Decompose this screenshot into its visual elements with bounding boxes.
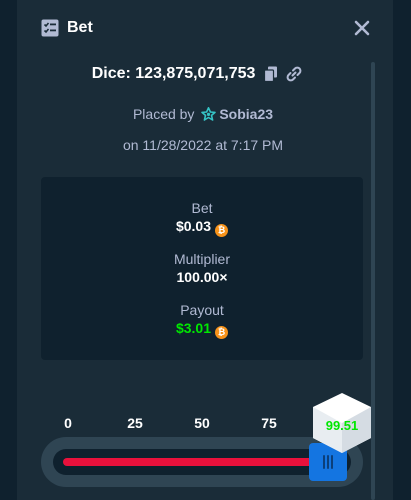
multiplier-value: 100.00× (176, 269, 228, 285)
placed-by-label: Placed by (132, 106, 195, 122)
bet-value-row: $0.03 ₿ (41, 217, 363, 237)
bet-modal: Bet Dice: 123,875,071,753 Placed by Sobi… (17, 0, 393, 500)
slider-tick-label: 25 (127, 415, 143, 431)
close-icon[interactable] (352, 18, 372, 38)
payout-stat: Payout $3.01 ₿ (41, 301, 363, 339)
grip-icon (323, 455, 334, 469)
copy-icon[interactable] (263, 66, 278, 82)
slider-lose-range (63, 458, 329, 466)
slider-tick-label: 50 (194, 415, 210, 431)
multiplier-stat: Multiplier 100.00× (41, 250, 363, 286)
vip-badge-icon (201, 107, 217, 121)
bitcoin-icon: ₿ (215, 224, 229, 237)
slider-track[interactable] (53, 449, 351, 475)
slider-tick-label: 0 (64, 415, 72, 431)
bitcoin-icon: ₿ (215, 326, 229, 339)
bet-stats-card: Bet $0.03 ₿ Multiplier 100.00× Payout $3.… (41, 177, 363, 360)
modal-header: Bet (17, 0, 393, 58)
bet-label: Bet (191, 200, 213, 216)
placed-by-row: Placed by Sobia23 (17, 104, 389, 124)
username-link[interactable]: Sobia23 (219, 106, 273, 122)
payout-label: Payout (180, 302, 224, 318)
slider-tick-label: 75 (261, 415, 277, 431)
bet-stat: Bet $0.03 ₿ (41, 199, 363, 237)
game-id-label: Dice: 123,875,071,753 (91, 65, 256, 82)
game-id-row: Dice: 123,875,071,753 (17, 62, 377, 86)
link-icon[interactable] (286, 66, 302, 82)
modal-title: Bet (67, 19, 93, 36)
bet-receipt-icon (41, 19, 59, 37)
dice-result-value: 99.51 (325, 418, 359, 433)
multiplier-label: Multiplier (173, 251, 230, 267)
payout-value: $3.01 (175, 320, 212, 336)
scrollbar[interactable] (371, 62, 375, 500)
payout-value-row: $3.01 ₿ (41, 319, 363, 339)
bet-date: on 11/28/2022 at 7:17 PM (122, 137, 284, 153)
bet-value: $0.03 (175, 218, 212, 234)
